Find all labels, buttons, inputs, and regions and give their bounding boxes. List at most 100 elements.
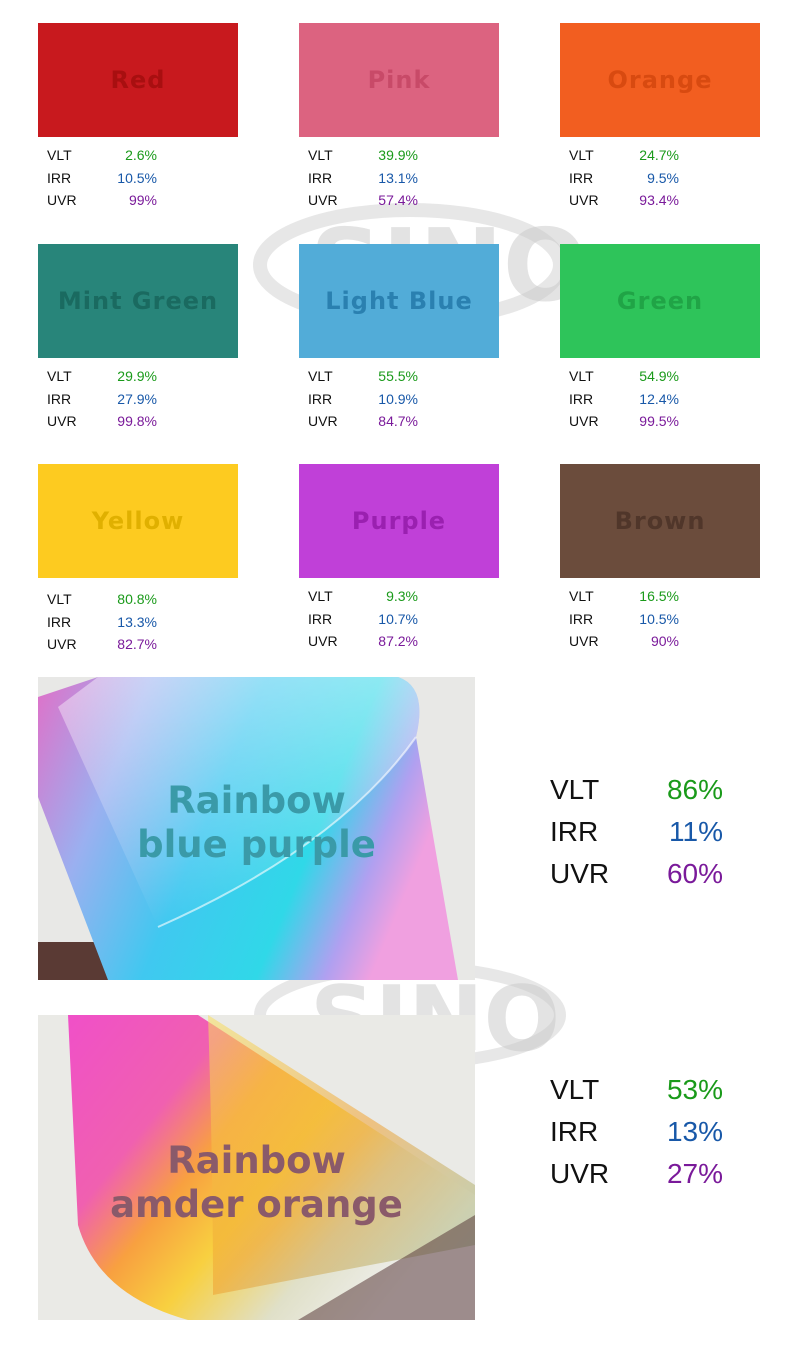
uvr-label: UVR (47, 192, 77, 208)
film-card-brown: Brown VLT 16.5% IRR 10.5% UVR 90% (560, 464, 760, 653)
irr-value: 10.5% (639, 610, 679, 627)
color-swatch: Mint Green (38, 244, 238, 358)
color-swatch: Green (560, 244, 760, 358)
spec-list: VLT 39.9% IRR 13.1% UVR 57.4% (299, 144, 499, 212)
irr-label: IRR (47, 390, 72, 407)
film-card-mint-green: Mint Green VLT 29.9% IRR 27.9% UVR 99.8% (38, 244, 238, 433)
vlt-value: 80.8% (117, 591, 157, 607)
irr-label: IRR (308, 610, 333, 627)
swatch-label: Pink (367, 66, 431, 94)
spec-list: VLT 80.8% IRR 13.3% UVR 82.7% (38, 588, 238, 656)
uvr-label: UVR (569, 413, 599, 429)
film-card-red: Red VLT 2.6% IRR 10.5% UVR 99% (38, 23, 238, 212)
spec-list: VLT 24.7% IRR 9.5% UVR 93.4% (560, 144, 760, 212)
swatch-label: Purple (351, 507, 447, 535)
irr-value: 27.9% (117, 390, 157, 407)
rainbow-amber-orange-specs: VLT 53% IRR 13% UVR 27% (550, 1069, 723, 1195)
irr-label: IRR (308, 390, 333, 407)
uvr-value: 93.4% (639, 192, 679, 208)
vlt-label: VLT (550, 774, 600, 805)
irr-value: 10.9% (378, 390, 418, 407)
irr-value: 11% (669, 816, 723, 847)
uvr-label: UVR (308, 192, 338, 208)
irr-value: 12.4% (639, 390, 679, 407)
uvr-value: 99.5% (639, 413, 679, 429)
vlt-label: VLT (308, 588, 333, 604)
film-label-line1: Rainbow (167, 779, 346, 822)
irr-label: IRR (47, 169, 72, 186)
swatch-label: Light Blue (325, 287, 473, 315)
irr-value: 13.1% (378, 169, 418, 186)
uvr-value: 99% (128, 192, 157, 208)
uvr-label: UVR (308, 413, 338, 429)
swatch-label: Red (110, 66, 166, 94)
color-swatch: Light Blue (299, 244, 499, 358)
color-swatch: Brown (560, 464, 760, 578)
vlt-value: 29.9% (117, 368, 157, 384)
spec-list: VLT 9.3% IRR 10.7% UVR 87.2% (299, 585, 499, 653)
uvr-value: 60% (666, 858, 723, 889)
uvr-label: UVR (550, 1158, 610, 1189)
vlt-value: 16.5% (639, 588, 679, 604)
swatch-label: Green (616, 287, 704, 315)
color-swatch: Pink (299, 23, 499, 137)
vlt-value: 9.3% (386, 588, 418, 604)
swatch-label: Mint Green (57, 287, 219, 315)
vlt-label: VLT (47, 591, 72, 607)
uvr-value: 27% (666, 1158, 723, 1189)
irr-label: IRR (308, 169, 333, 186)
rainbow-blue-purple-specs: VLT 86% IRR 11% UVR 60% (550, 769, 723, 895)
film-label: Rainbow amder orange (38, 1139, 475, 1227)
uvr-label: UVR (47, 413, 77, 429)
film-label-line2: blue purple (137, 823, 376, 866)
irr-label: IRR (550, 1116, 599, 1147)
vlt-value: 24.7% (639, 147, 679, 163)
spec-list: VLT 55.5% IRR 10.9% UVR 84.7% (299, 365, 499, 433)
spec-list: VLT 16.5% IRR 10.5% UVR 90% (560, 585, 760, 653)
irr-value: 10.5% (117, 169, 157, 186)
film-card-purple: Purple VLT 9.3% IRR 10.7% UVR 87.2% (299, 464, 499, 653)
uvr-label: UVR (569, 192, 599, 208)
irr-value: 10.7% (378, 610, 418, 627)
vlt-label: VLT (569, 147, 594, 163)
uvr-value: 84.7% (378, 413, 418, 429)
vlt-value: 55.5% (378, 368, 418, 384)
spec-list: VLT 29.9% IRR 27.9% UVR 99.8% (38, 365, 238, 433)
irr-label: IRR (569, 390, 594, 407)
swatch-label: Brown (614, 507, 706, 535)
color-swatch: Orange (560, 23, 760, 137)
vlt-label: VLT (550, 1074, 600, 1105)
irr-label: IRR (569, 169, 594, 186)
uvr-value: 57.4% (378, 192, 418, 208)
vlt-label: VLT (308, 147, 333, 163)
vlt-value: 53% (666, 1074, 723, 1105)
film-label-line1: Rainbow (167, 1139, 346, 1182)
irr-value: 9.5% (647, 169, 679, 186)
uvr-label: UVR (47, 636, 77, 652)
vlt-value: 54.9% (639, 368, 679, 384)
uvr-value: 99.8% (117, 413, 157, 429)
uvr-label: UVR (308, 633, 338, 649)
vlt-value: 2.6% (125, 147, 157, 163)
uvr-value: 82.7% (117, 636, 157, 652)
swatch-label: Yellow (91, 507, 185, 535)
rainbow-amber-orange-photo: Rainbow amder orange (38, 1015, 475, 1320)
vlt-value: 86% (666, 774, 723, 805)
film-label: Rainbow blue purple (38, 779, 475, 867)
film-card-orange: Orange VLT 24.7% IRR 9.5% UVR 93.4% (560, 23, 760, 212)
uvr-value: 90% (650, 633, 679, 649)
uvr-label: UVR (550, 858, 610, 889)
film-label-line2: amder orange (110, 1183, 403, 1226)
vlt-label: VLT (308, 368, 333, 384)
uvr-value: 87.2% (378, 633, 418, 649)
rainbow-blue-purple-photo: Rainbow blue purple (38, 677, 475, 980)
vlt-label: VLT (47, 368, 72, 384)
vlt-label: VLT (569, 368, 594, 384)
irr-label: IRR (550, 816, 599, 847)
film-card-green: Green VLT 54.9% IRR 12.4% UVR 99.5% (560, 244, 760, 433)
film-card-yellow: Yellow VLT 80.8% IRR 13.3% UVR 82.7% (38, 464, 238, 656)
spec-list: VLT 2.6% IRR 10.5% UVR 99% (38, 144, 238, 212)
irr-label: IRR (47, 613, 72, 630)
vlt-value: 39.9% (378, 147, 418, 163)
spec-list: VLT 54.9% IRR 12.4% UVR 99.5% (560, 365, 760, 433)
